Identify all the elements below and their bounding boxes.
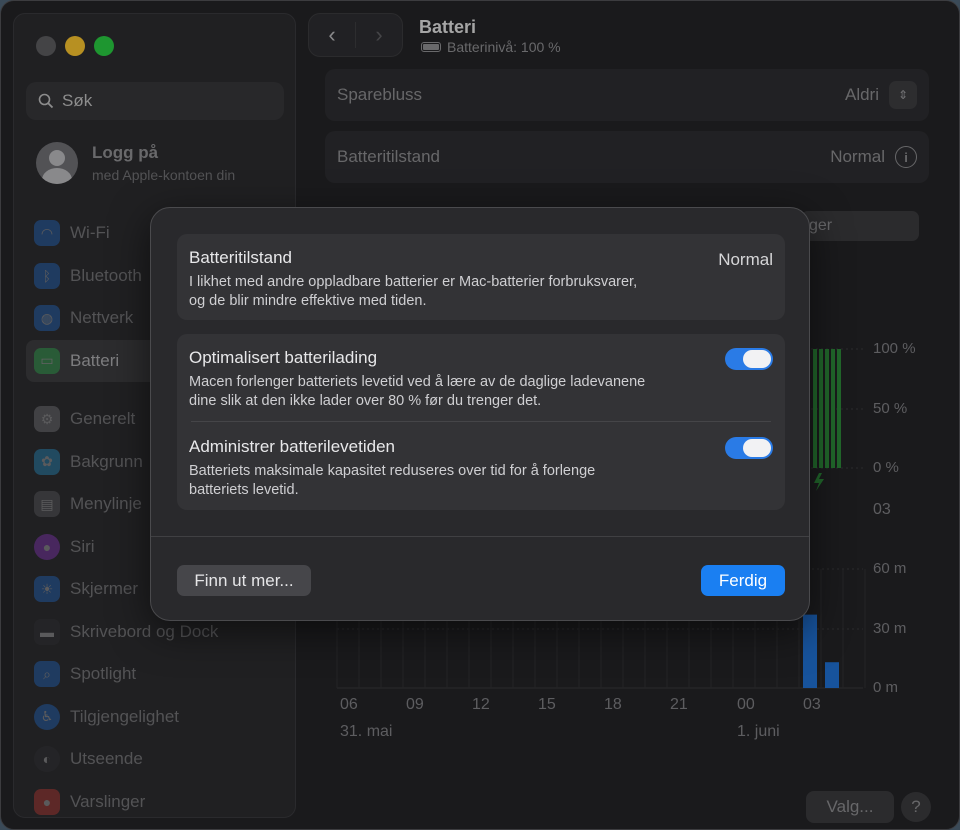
done-button[interactable]: Ferdig [701, 565, 785, 596]
desc-line: I likhet med andre oppladbare batterier … [189, 274, 638, 290]
manage-lifespan-title: Administrer batterilevetiden [189, 437, 395, 456]
charging-options-card: Optimalisert batterilading Macen forleng… [177, 334, 785, 510]
battery-health-title: Batteritilstand [189, 248, 292, 267]
desc-line: og de blir mindre effektive med tiden. [189, 293, 427, 309]
battery-health-card: Batteritilstand Normal I likhet med andr… [177, 234, 785, 320]
settings-window: Søk Logg på med Apple-kontoen din ◠ Wi-F… [0, 0, 960, 830]
optimized-charging-section: Optimalisert batterilading Macen forleng… [189, 348, 709, 411]
desc-line: Macen forlenger batteriets levetid ved å… [189, 374, 646, 390]
manage-lifespan-toggle[interactable] [725, 437, 773, 459]
manage-lifespan-section: Administrer batterilevetiden Batteriets … [189, 437, 709, 500]
divider [191, 421, 771, 422]
battery-health-sheet: Batteritilstand Normal I likhet med andr… [150, 207, 810, 621]
divider [151, 536, 809, 537]
desc-line: Batteriets maksimale kapasitet reduseres… [189, 463, 596, 479]
learn-more-button[interactable]: Finn ut mer... [177, 565, 311, 596]
desc-line: dine slik at den ikke lader over 80 % fø… [189, 393, 542, 409]
optimized-charging-toggle[interactable] [725, 348, 773, 370]
battery-health-desc: I likhet med andre oppladbare batterier … [189, 273, 773, 311]
manage-lifespan-desc: Batteriets maksimale kapasitet reduseres… [189, 462, 709, 500]
desc-line: batteriets levetid. [189, 482, 299, 498]
optimized-charging-title: Optimalisert batterilading [189, 348, 378, 367]
battery-health-status: Normal [718, 250, 773, 269]
optimized-charging-desc: Macen forlenger batteriets levetid ved å… [189, 373, 709, 411]
